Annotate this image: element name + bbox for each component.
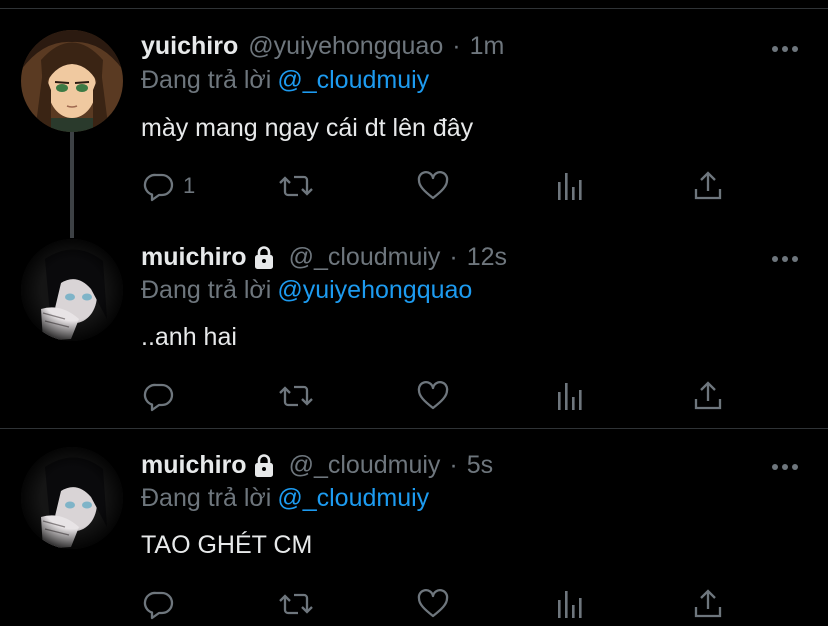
tweet-divider bbox=[0, 428, 828, 429]
retweet-button[interactable] bbox=[278, 376, 314, 416]
reply-mention-link[interactable]: @yuiyehongquao bbox=[277, 276, 472, 304]
tweet-text: TAO GHÉT CM bbox=[141, 531, 313, 559]
retweet-icon bbox=[279, 593, 313, 615]
reply-count: 1 bbox=[183, 173, 196, 198]
tweet-text: mày mang ngay cái dt lên đây bbox=[141, 114, 474, 142]
heart-icon bbox=[417, 171, 449, 200]
share-icon bbox=[694, 381, 722, 410]
stats-button[interactable] bbox=[556, 376, 584, 416]
tweet-actions bbox=[0, 584, 828, 624]
retweet-button[interactable] bbox=[278, 166, 314, 206]
replying-to-label: Đang trả lời bbox=[141, 66, 272, 94]
reply-mention-link[interactable]: @_cloudmuiy bbox=[277, 66, 429, 94]
user-handle[interactable]: @_cloudmuiy bbox=[289, 451, 441, 480]
display-name[interactable]: muichiro bbox=[141, 451, 247, 480]
tweet-header: yuichiro @yuiyehongquao · 1m bbox=[141, 28, 504, 64]
share-button[interactable] bbox=[693, 584, 723, 624]
reply-button[interactable]: 1 bbox=[143, 166, 195, 206]
avatar-muichiro[interactable] bbox=[21, 447, 123, 549]
share-icon bbox=[694, 171, 722, 200]
replying-to: Đang trả lời @_cloudmuiy bbox=[141, 484, 429, 518]
avatar-muichiro[interactable] bbox=[21, 239, 123, 341]
tweet-3[interactable]: muichiro @_cloudmuiy · 5s Đang trả lời @_… bbox=[0, 443, 828, 626]
timestamp[interactable]: 5s bbox=[467, 451, 493, 480]
more-options-icon[interactable] bbox=[770, 41, 800, 52]
share-icon bbox=[694, 589, 722, 618]
heart-icon bbox=[417, 381, 449, 410]
replying-to: Đang trả lời @yuiyehongquao bbox=[141, 276, 472, 310]
lock-icon bbox=[251, 452, 277, 478]
retweet-button[interactable] bbox=[278, 584, 314, 624]
separator-dot: · bbox=[449, 242, 458, 271]
lock-icon bbox=[251, 244, 277, 270]
reply-button[interactable] bbox=[143, 376, 183, 416]
replying-to-label: Đang trả lời bbox=[141, 276, 272, 304]
reply-icon bbox=[143, 173, 174, 202]
tweet-2[interactable]: muichiro @_cloudmuiy · 12s Đang trả lời @… bbox=[0, 235, 828, 427]
replying-to-label: Đang trả lời bbox=[141, 484, 272, 512]
stats-button[interactable] bbox=[556, 584, 584, 624]
avatar-yuichiro[interactable] bbox=[21, 30, 123, 132]
bar-chart-icon bbox=[558, 173, 582, 200]
heart-icon bbox=[417, 589, 449, 618]
user-handle[interactable]: @_cloudmuiy bbox=[289, 243, 441, 272]
tweet-actions: 1 bbox=[0, 166, 828, 206]
stats-button[interactable] bbox=[556, 166, 584, 206]
separator-dot: · bbox=[452, 31, 461, 60]
tweet-header: muichiro @_cloudmuiy · 12s bbox=[141, 239, 507, 275]
share-button[interactable] bbox=[693, 376, 723, 416]
display-name[interactable]: yuichiro bbox=[141, 32, 238, 61]
retweet-icon bbox=[279, 385, 313, 407]
retweet-icon bbox=[279, 175, 313, 197]
like-button[interactable] bbox=[416, 584, 450, 624]
like-button[interactable] bbox=[416, 376, 450, 416]
reply-icon bbox=[143, 383, 174, 412]
more-options-icon[interactable] bbox=[770, 459, 800, 470]
bar-chart-icon bbox=[558, 383, 582, 410]
separator-dot: · bbox=[449, 450, 458, 479]
like-button[interactable] bbox=[416, 166, 450, 206]
reply-mention-link[interactable]: @_cloudmuiy bbox=[277, 484, 429, 512]
tweet-actions bbox=[0, 376, 828, 416]
tweet-1[interactable]: yuichiro @yuiyehongquao · 1m Đang trả lờ… bbox=[0, 0, 828, 238]
share-button[interactable] bbox=[693, 166, 723, 206]
more-options-icon[interactable] bbox=[770, 251, 800, 262]
user-handle[interactable]: @yuiyehongquao bbox=[248, 32, 443, 61]
display-name[interactable]: muichiro bbox=[141, 243, 247, 272]
reply-button[interactable] bbox=[143, 584, 183, 624]
replying-to: Đang trả lời @_cloudmuiy bbox=[141, 66, 429, 100]
bar-chart-icon bbox=[558, 591, 582, 618]
reply-icon bbox=[143, 591, 174, 620]
tweet-text: ..anh hai bbox=[141, 323, 237, 351]
tweet-header: muichiro @_cloudmuiy · 5s bbox=[141, 447, 493, 483]
timestamp[interactable]: 1m bbox=[470, 32, 505, 61]
timestamp[interactable]: 12s bbox=[467, 243, 507, 272]
